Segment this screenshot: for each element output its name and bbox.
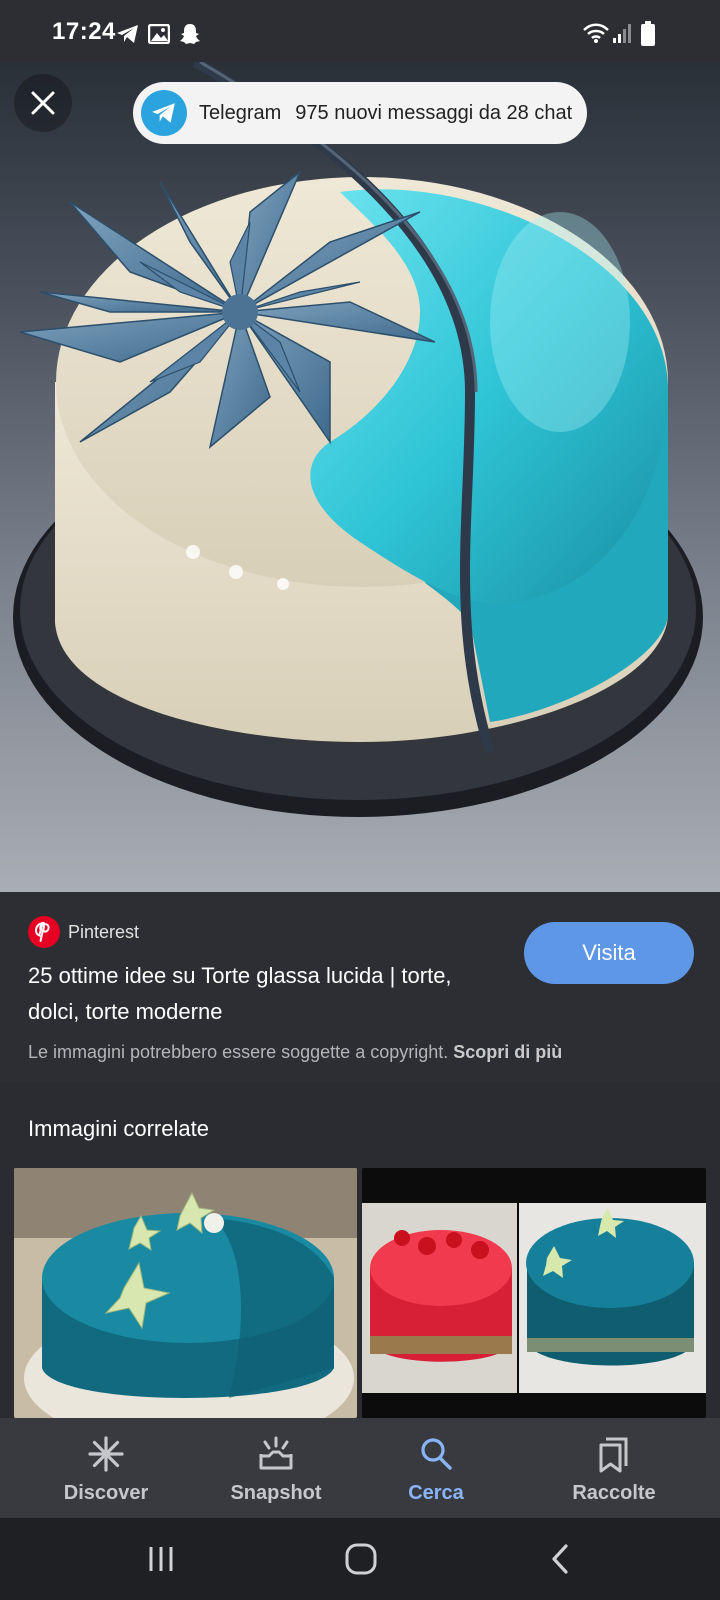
system-navigation-bar [0, 1518, 720, 1600]
copyright-text: Le immagini potrebbero essere soggette a… [28, 1042, 449, 1062]
related-heading: Immagini correlate [28, 1116, 209, 1141]
copyright-notice: Le immagini potrebbero essere soggette a… [28, 1042, 698, 1063]
asterisk-icon [88, 1436, 124, 1474]
nav-label: Snapshot [230, 1482, 322, 1504]
snapchat-icon [178, 22, 202, 51]
bottom-navigation: Discover Snapshot Cerca Raccolte [0, 1418, 720, 1518]
related-image-1[interactable] [14, 1168, 357, 1418]
recent-apps-button[interactable] [136, 1538, 186, 1580]
main-image[interactable] [0, 62, 720, 892]
home-button[interactable] [336, 1538, 386, 1580]
gallery-icon [147, 23, 171, 49]
telegram-logo-icon [141, 90, 187, 136]
back-icon [552, 1544, 568, 1574]
telegram-notification[interactable]: Telegram 975 nuovi messaggi da 28 chat [133, 82, 587, 144]
source-name[interactable]: Pinterest [68, 922, 139, 943]
status-time: 17:24 [52, 18, 116, 45]
pinterest-icon [28, 916, 60, 948]
snapshot-icon [257, 1436, 295, 1474]
visit-button[interactable]: Visita [524, 922, 694, 984]
close-button[interactable] [14, 74, 72, 132]
back-button[interactable] [536, 1538, 586, 1580]
close-icon [31, 91, 55, 115]
nav-collections[interactable]: Raccolte [534, 1418, 694, 1518]
collections-icon [598, 1436, 630, 1474]
status-bar: 17:24 [0, 0, 720, 62]
search-icon [419, 1436, 453, 1474]
recent-apps-icon [149, 1547, 173, 1571]
nav-label: Cerca [408, 1482, 464, 1504]
nav-label: Raccolte [572, 1482, 656, 1504]
learn-more-link[interactable]: Scopri di più [453, 1042, 562, 1062]
telegram-icon [116, 24, 140, 49]
notification-app: Telegram [199, 101, 282, 124]
battery-icon [640, 21, 656, 52]
result-title[interactable]: 25 ottime idee su Torte glassa lucida | … [28, 958, 488, 1030]
home-icon [345, 1543, 377, 1575]
signal-icon [612, 22, 634, 49]
nav-label: Discover [63, 1482, 149, 1504]
nav-search[interactable]: Cerca [356, 1418, 516, 1518]
related-image-2[interactable] [362, 1168, 706, 1418]
wifi-icon [582, 22, 610, 49]
nav-discover[interactable]: Discover [26, 1418, 186, 1518]
nav-snapshot[interactable]: Snapshot [196, 1418, 356, 1518]
notification-message: 975 nuovi messaggi da 28 chat [295, 101, 573, 124]
